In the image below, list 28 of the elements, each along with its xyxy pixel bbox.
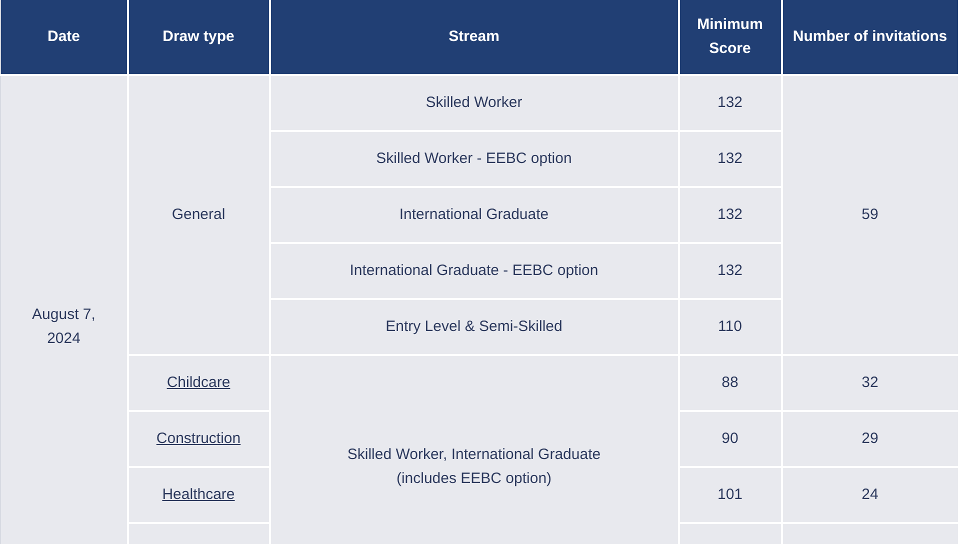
draw-type-link[interactable]: Construction bbox=[156, 430, 241, 447]
table-cell: General bbox=[128, 75, 270, 355]
date-cell: August 7, 2024 bbox=[0, 75, 128, 544]
table-cell: 59 bbox=[782, 75, 958, 355]
table-cell: 132 bbox=[678, 75, 782, 131]
draw-type-link[interactable]: Healthcare bbox=[162, 486, 235, 503]
draw-type-link[interactable]: Childcare bbox=[166, 374, 230, 391]
column-header: Stream bbox=[270, 0, 678, 75]
table-cell: 29 bbox=[782, 411, 958, 467]
table-cell: Skilled Worker, International Graduate (includes EEBC option) bbox=[270, 355, 678, 544]
column-header: Minimum Score bbox=[678, 0, 782, 75]
column-header: Number of invitations bbox=[782, 0, 958, 75]
table-cell: 132 bbox=[678, 243, 782, 299]
table-cell: 132 bbox=[678, 187, 782, 243]
column-header: Draw type bbox=[128, 0, 270, 75]
table-cell: 32 bbox=[782, 355, 958, 411]
table-cell: Entry Level & Semi-Skilled bbox=[270, 299, 678, 355]
table-cell: 90 bbox=[678, 411, 782, 467]
table-cell: 101 bbox=[678, 467, 782, 523]
table-cell: Skilled Worker bbox=[270, 75, 678, 131]
column-header: Date bbox=[0, 0, 128, 75]
table-cell: International Graduate bbox=[270, 187, 678, 243]
table-cell: 132 bbox=[678, 131, 782, 187]
table-cell: 24 bbox=[782, 467, 958, 523]
table-cell: 88 bbox=[678, 355, 782, 411]
table-cell: Skilled Worker - EEBC option bbox=[270, 131, 678, 187]
table-cell: International Graduate - EEBC option bbox=[270, 243, 678, 299]
table-cell: 110 bbox=[678, 299, 782, 355]
